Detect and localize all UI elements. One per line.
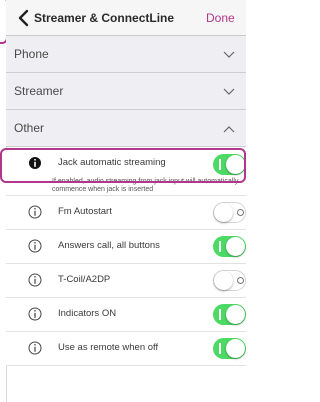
section-label: Other <box>14 121 45 135</box>
section-other[interactable]: Other <box>6 110 246 147</box>
setting-row-tcoil: T-Coil/A2DP <box>6 264 246 298</box>
setting-row-answers-call: Answers call, all buttons <box>6 230 246 264</box>
setting-label: Fm Autostart <box>58 206 112 217</box>
setting-label: Use as remote when off <box>58 342 159 353</box>
fm-autostart-toggle[interactable] <box>213 202 246 223</box>
info-icon[interactable] <box>28 307 42 321</box>
callout-highlight-row <box>0 148 246 183</box>
toggle-knob <box>226 339 245 358</box>
section-streamer[interactable]: Streamer <box>6 73 246 110</box>
indicators-toggle[interactable] <box>213 304 246 325</box>
info-icon[interactable] <box>28 239 42 253</box>
section-label: Phone <box>14 47 49 61</box>
answers-call-toggle[interactable] <box>213 236 246 257</box>
section-label: Streamer <box>14 84 64 98</box>
page-title: Streamer & ConnectLine <box>34 11 175 25</box>
setting-row-indicators: Indicators ON <box>6 298 246 332</box>
toggle-knob <box>226 237 245 256</box>
section-phone[interactable]: Phone <box>6 36 246 73</box>
chevron-down-icon <box>223 88 235 95</box>
setting-row-fm-autostart: Fm Autostart <box>6 196 246 230</box>
chevron-up-icon <box>223 126 235 133</box>
info-icon[interactable] <box>28 205 42 219</box>
done-button[interactable]: Done <box>206 11 235 25</box>
remote-toggle[interactable] <box>213 338 246 359</box>
info-icon[interactable] <box>28 273 42 287</box>
setting-label: Indicators ON <box>58 308 117 319</box>
setting-label: T-Coil/A2DP <box>58 274 111 285</box>
setting-row-remote: Use as remote when off <box>6 332 246 366</box>
chevron-down-icon <box>223 51 235 58</box>
navigation-bar: Streamer & ConnectLine Done <box>6 0 246 36</box>
setting-label: Answers call, all buttons <box>58 240 160 251</box>
toggle-on-mark <box>219 241 221 252</box>
tcoil-toggle[interactable] <box>213 270 246 291</box>
toggle-on-mark <box>219 343 221 354</box>
info-icon[interactable] <box>28 341 42 355</box>
toggle-knob <box>226 305 245 324</box>
toggle-off-mark <box>237 277 244 284</box>
toggle-knob <box>214 203 233 222</box>
chevron-left-icon[interactable] <box>16 9 32 27</box>
toggle-on-mark <box>219 309 221 320</box>
toggle-off-mark <box>237 209 244 216</box>
toggle-knob <box>214 271 233 290</box>
